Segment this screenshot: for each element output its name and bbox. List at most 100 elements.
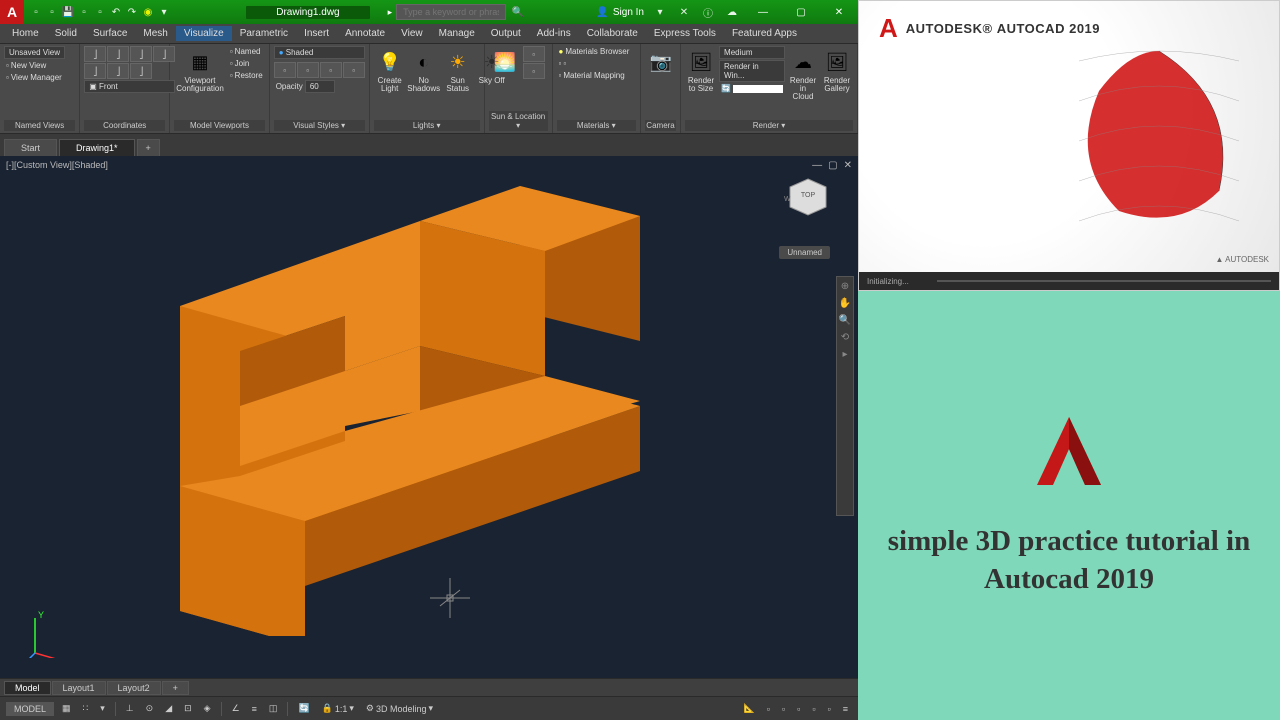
qat-new-icon[interactable]: ▫ (28, 4, 44, 20)
search-input[interactable] (396, 4, 506, 20)
grid-icon[interactable]: ▦ (58, 701, 75, 716)
ortho-icon[interactable]: ⊥ (122, 701, 138, 716)
tab-visualize[interactable]: Visualize (176, 26, 232, 41)
clean-icon[interactable]: ▫ (824, 702, 835, 716)
tab-solid[interactable]: Solid (47, 26, 85, 41)
osnap-icon[interactable]: ⊡ (180, 701, 196, 716)
3dosnap-icon[interactable]: ◈ (200, 701, 215, 716)
camera-button[interactable]: 📷 (645, 46, 677, 78)
restore-button[interactable]: ▢ (786, 2, 816, 22)
snap-icon[interactable]: ∷ (79, 701, 93, 716)
iso-icon[interactable]: ◢ (161, 701, 176, 716)
qprop-icon[interactable]: ▫ (778, 702, 789, 716)
viewport-config-button[interactable]: ▦Viewport Configuration (174, 46, 226, 95)
pan-icon[interactable]: ✋ (839, 298, 851, 309)
ucs-btn1[interactable]: ⎦ (84, 46, 106, 62)
material-toggle[interactable]: ▫▫ (557, 58, 632, 69)
vp-close-icon[interactable]: ✕ (844, 160, 852, 171)
polar-icon[interactable]: ⊙ (142, 701, 158, 716)
panel-sunloc[interactable]: Sun & Location ▾ (489, 111, 548, 131)
vp-min-icon[interactable]: — (812, 160, 822, 171)
join-vp-button[interactable]: ▫Join (228, 58, 265, 69)
fullnav-icon[interactable]: ⊕ (841, 281, 849, 292)
close-button[interactable]: ✕ (824, 2, 854, 22)
tab-insert[interactable]: Insert (296, 26, 337, 41)
minimize-button[interactable]: — (748, 2, 778, 22)
transparency-icon[interactable]: ◫ (265, 701, 282, 716)
render-gallery-button[interactable]: 🖼Render Gallery (821, 46, 853, 95)
qat-layer-icon[interactable]: ◉ (140, 4, 156, 20)
ucs-btn6[interactable]: ⎦ (107, 63, 129, 79)
material-mapping-button[interactable]: ▫Material Mapping (557, 70, 632, 81)
app-logo[interactable]: A (0, 0, 24, 24)
new-view-button[interactable]: ▫New View (4, 60, 65, 71)
qat-save-icon[interactable]: 💾 (60, 4, 76, 20)
annomon-icon[interactable]: 📐 (740, 701, 759, 716)
unsaved-view-select[interactable]: Unsaved View (4, 46, 65, 59)
tab-home[interactable]: Home (4, 26, 47, 41)
cycling-icon[interactable]: 🔄 (294, 701, 313, 716)
tab-start[interactable]: Start (4, 139, 57, 156)
tab-surface[interactable]: Surface (85, 26, 135, 41)
tab-add-ins[interactable]: Add-ins (529, 26, 579, 41)
otrack-icon[interactable]: ∠ (228, 701, 244, 716)
layout-layout1[interactable]: Layout1 (52, 681, 106, 695)
tab-drawing1[interactable]: Drawing1* (59, 139, 135, 156)
orbit-icon[interactable]: ⟲ (841, 332, 849, 343)
help-icon[interactable]: ▾ (652, 4, 668, 20)
panel-lights[interactable]: Lights ▾ (374, 120, 480, 131)
sun-status-button[interactable]: ☀Sun Status (442, 46, 474, 95)
tab-parametric[interactable]: Parametric (232, 26, 296, 41)
qat-open-icon[interactable]: ▫ (44, 4, 60, 20)
time-btn[interactable]: ▫ (523, 63, 545, 79)
navigation-bar[interactable]: ⊕ ✋ 🔍 ⟲ ▸ (836, 276, 854, 516)
vs-btn2[interactable]: ▫ (297, 62, 319, 78)
front-select[interactable]: ▣ Front (84, 80, 175, 93)
info-icon[interactable]: ⓘ (700, 4, 716, 20)
layout-layout2[interactable]: Layout2 (107, 681, 161, 695)
ucs-unnamed-label[interactable]: Unnamed (779, 246, 830, 259)
qat-saveas-icon[interactable]: ▫ (76, 4, 92, 20)
tab-new[interactable]: + (137, 139, 160, 156)
viewport-label[interactable]: [-][Custom View][Shaded] (6, 160, 108, 170)
qat-redo-icon[interactable]: ↷ (124, 4, 140, 20)
tab-annotate[interactable]: Annotate (337, 26, 393, 41)
panel-visual[interactable]: Visual Styles ▾ (274, 120, 365, 131)
visual-style-select[interactable]: ● Shaded (274, 46, 365, 59)
render-cloud-button[interactable]: ☁Render in Cloud (787, 46, 819, 103)
qat-plot-icon[interactable]: ▫ (92, 4, 108, 20)
exchange-icon[interactable]: ✕ (676, 4, 692, 20)
vp-max-icon[interactable]: ▢ (828, 160, 837, 171)
workspace-button[interactable]: ⚙3D Modeling ▾ (362, 701, 437, 716)
layout-model[interactable]: Model (4, 681, 51, 695)
scale-button[interactable]: 🔒1:1 ▾ (318, 701, 358, 716)
cloud-icon[interactable]: ☁ (724, 4, 740, 20)
tab-mesh[interactable]: Mesh (135, 26, 175, 41)
ucs-btn3[interactable]: ⎦ (130, 46, 152, 62)
signin-button[interactable]: 👤Sign In (596, 7, 644, 18)
qat-undo-icon[interactable]: ↶ (108, 4, 124, 20)
no-shadows-button[interactable]: ◐No Shadows (408, 46, 440, 95)
restore-vp-button[interactable]: ▫Restore (228, 70, 265, 81)
model-space-button[interactable]: MODEL (6, 702, 54, 716)
isolate-icon[interactable]: ▫ (808, 702, 819, 716)
ucs-btn7[interactable]: ⎦ (130, 63, 152, 79)
named-vp-button[interactable]: ▫Named (228, 46, 265, 57)
viewcube[interactable]: TOP W S (778, 176, 828, 226)
tab-featured-apps[interactable]: Featured Apps (724, 26, 805, 41)
create-light-button[interactable]: 💡Create Light (374, 46, 406, 95)
view-manager-button[interactable]: ▫View Manager (4, 72, 65, 83)
date-btn[interactable]: ▫ (523, 46, 545, 62)
qat-more-icon[interactable]: ▾ (156, 4, 172, 20)
tab-collaborate[interactable]: Collaborate (579, 26, 646, 41)
panel-materials[interactable]: Materials ▾ (557, 120, 637, 131)
ucs-btn2[interactable]: ⎦ (107, 46, 129, 62)
vs-btn1[interactable]: ▫ (274, 62, 296, 78)
vs-btn3[interactable]: ▫ (320, 62, 342, 78)
materials-browser-button[interactable]: ●Materials Browser (557, 46, 632, 57)
lweight-icon[interactable]: ≡ (248, 702, 261, 716)
layout-+[interactable]: + (162, 681, 189, 695)
panel-render[interactable]: Render ▾ (685, 120, 853, 131)
tab-output[interactable]: Output (483, 26, 529, 41)
render-size-button[interactable]: 🖼Render to Size (685, 46, 717, 95)
